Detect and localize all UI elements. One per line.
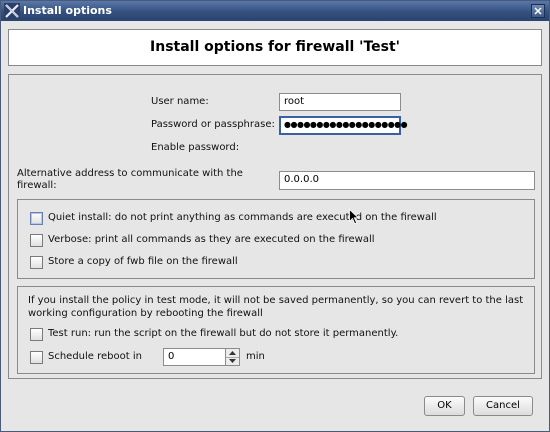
test-mode-group: If you install the policy in test mode, … [17, 286, 535, 374]
password-label: Password or passphrase: [151, 119, 275, 130]
quiet-install-label: Quiet install: do not print anything as … [48, 212, 437, 223]
mouse-pointer-icon [349, 208, 360, 228]
title-bar[interactable]: Install options [1, 1, 549, 21]
verbose-checkbox[interactable] [30, 234, 43, 247]
user-name-label: User name: [151, 96, 209, 107]
alt-address-label-line2: firewall: [17, 180, 57, 191]
test-mode-note-line1: If you install the policy in test mode, … [28, 295, 524, 306]
options-panel: User name: root Password or passphrase: … [8, 74, 542, 379]
schedule-reboot-label: Schedule reboot in [48, 351, 142, 362]
test-run-checkbox[interactable] [30, 328, 43, 341]
close-icon [534, 7, 542, 15]
close-button[interactable] [531, 4, 545, 18]
schedule-reboot-checkbox[interactable] [30, 351, 43, 364]
test-mode-note-line2: working configuration by rebooting the f… [28, 308, 263, 319]
user-name-input[interactable]: root [279, 93, 401, 111]
minutes-unit-label: min [246, 351, 265, 362]
arrow-up-icon [229, 351, 236, 355]
cancel-button[interactable]: Cancel [473, 396, 533, 416]
store-copy-label: Store a copy of fwb file on the firewall [48, 256, 238, 267]
verbose-label: Verbose: print all commands as they are … [48, 234, 375, 245]
install-options-dialog: Install options Install options for fire… [0, 0, 550, 432]
alt-address-label-line1: Alternative address to communicate with … [17, 168, 243, 179]
enable-password-label: Enable password: [151, 142, 240, 153]
spin-buttons [225, 348, 240, 366]
alt-address-input[interactable]: 0.0.0.0 [279, 171, 535, 190]
arrow-down-icon [229, 359, 236, 363]
dialog-heading: Install options for firewall 'Test' [150, 39, 400, 55]
quiet-install-checkbox[interactable] [30, 212, 43, 225]
header-panel: Install options for firewall 'Test' [8, 29, 542, 66]
window-title: Install options [23, 4, 112, 17]
ok-button[interactable]: OK [424, 396, 465, 416]
x-logo-icon [4, 3, 20, 19]
spin-down-button[interactable] [226, 357, 239, 365]
store-copy-checkbox[interactable] [30, 256, 43, 269]
reboot-minutes-input[interactable]: 0 [163, 348, 226, 366]
install-options-group: Quiet install: do not print anything as … [17, 199, 535, 279]
test-run-label: Test run: run the script on the firewall… [48, 328, 399, 339]
password-input[interactable]: ●●●●●●●●●●●●●●●●●●● [279, 116, 408, 135]
reboot-minutes-spinbox[interactable]: 0 [163, 348, 241, 366]
